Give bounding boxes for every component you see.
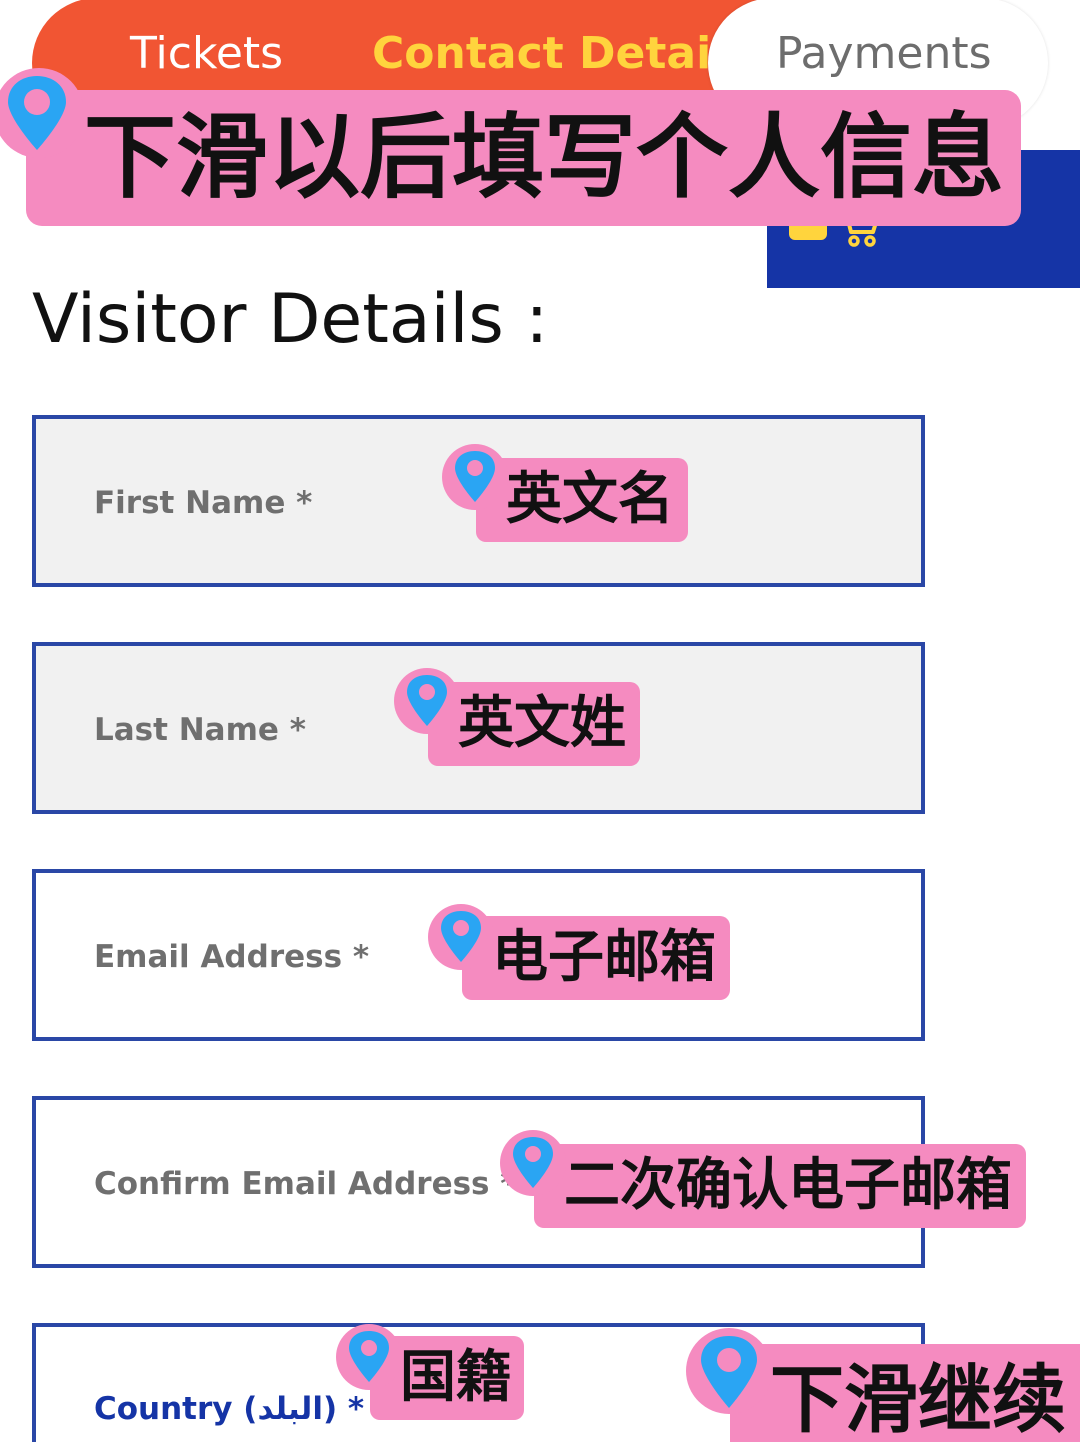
- confirm-email-note: 二次确认电子邮箱: [564, 1153, 1012, 1218]
- last-name-note: 英文姓: [458, 691, 626, 756]
- map-pin-icon: [686, 1328, 772, 1414]
- email-label: Email Address *: [94, 939, 370, 975]
- last-name-label: Last Name *: [94, 712, 306, 748]
- map-pin-icon: [428, 904, 494, 970]
- scroll-instruction-sticker: 下滑以后填写个人信息: [26, 90, 1021, 226]
- tab-payments[interactable]: Payments: [776, 28, 992, 80]
- email-note: 电子邮箱: [492, 925, 716, 990]
- map-pin-icon: [442, 444, 508, 510]
- scroll-continue-text: 下滑继续: [770, 1357, 1066, 1442]
- first-name-label: First Name *: [94, 485, 313, 521]
- tab-contact-details[interactable]: Contact Details: [372, 28, 752, 80]
- email-sticker: 电子邮箱: [462, 916, 730, 1000]
- country-label: Country (البلد) *: [94, 1391, 365, 1427]
- scroll-continue-sticker: 下滑继续: [730, 1344, 1080, 1442]
- first-name-sticker: 英文名: [476, 458, 688, 542]
- country-note: 国籍: [400, 1345, 512, 1410]
- map-pin-icon: [336, 1324, 402, 1390]
- map-pin-icon: [0, 68, 84, 158]
- scroll-instruction-text: 下滑以后填写个人信息: [84, 104, 1005, 211]
- map-pin-icon: [394, 668, 460, 734]
- map-pin-icon: [500, 1130, 566, 1196]
- last-name-sticker: 英文姓: [428, 682, 640, 766]
- confirm-email-label: Confirm Email Address *: [94, 1166, 517, 1202]
- confirm-email-sticker: 二次确认电子邮箱: [534, 1144, 1026, 1228]
- page-title: Visitor Details :: [32, 280, 549, 359]
- tab-tickets[interactable]: Tickets: [130, 28, 283, 80]
- first-name-note: 英文名: [506, 467, 674, 532]
